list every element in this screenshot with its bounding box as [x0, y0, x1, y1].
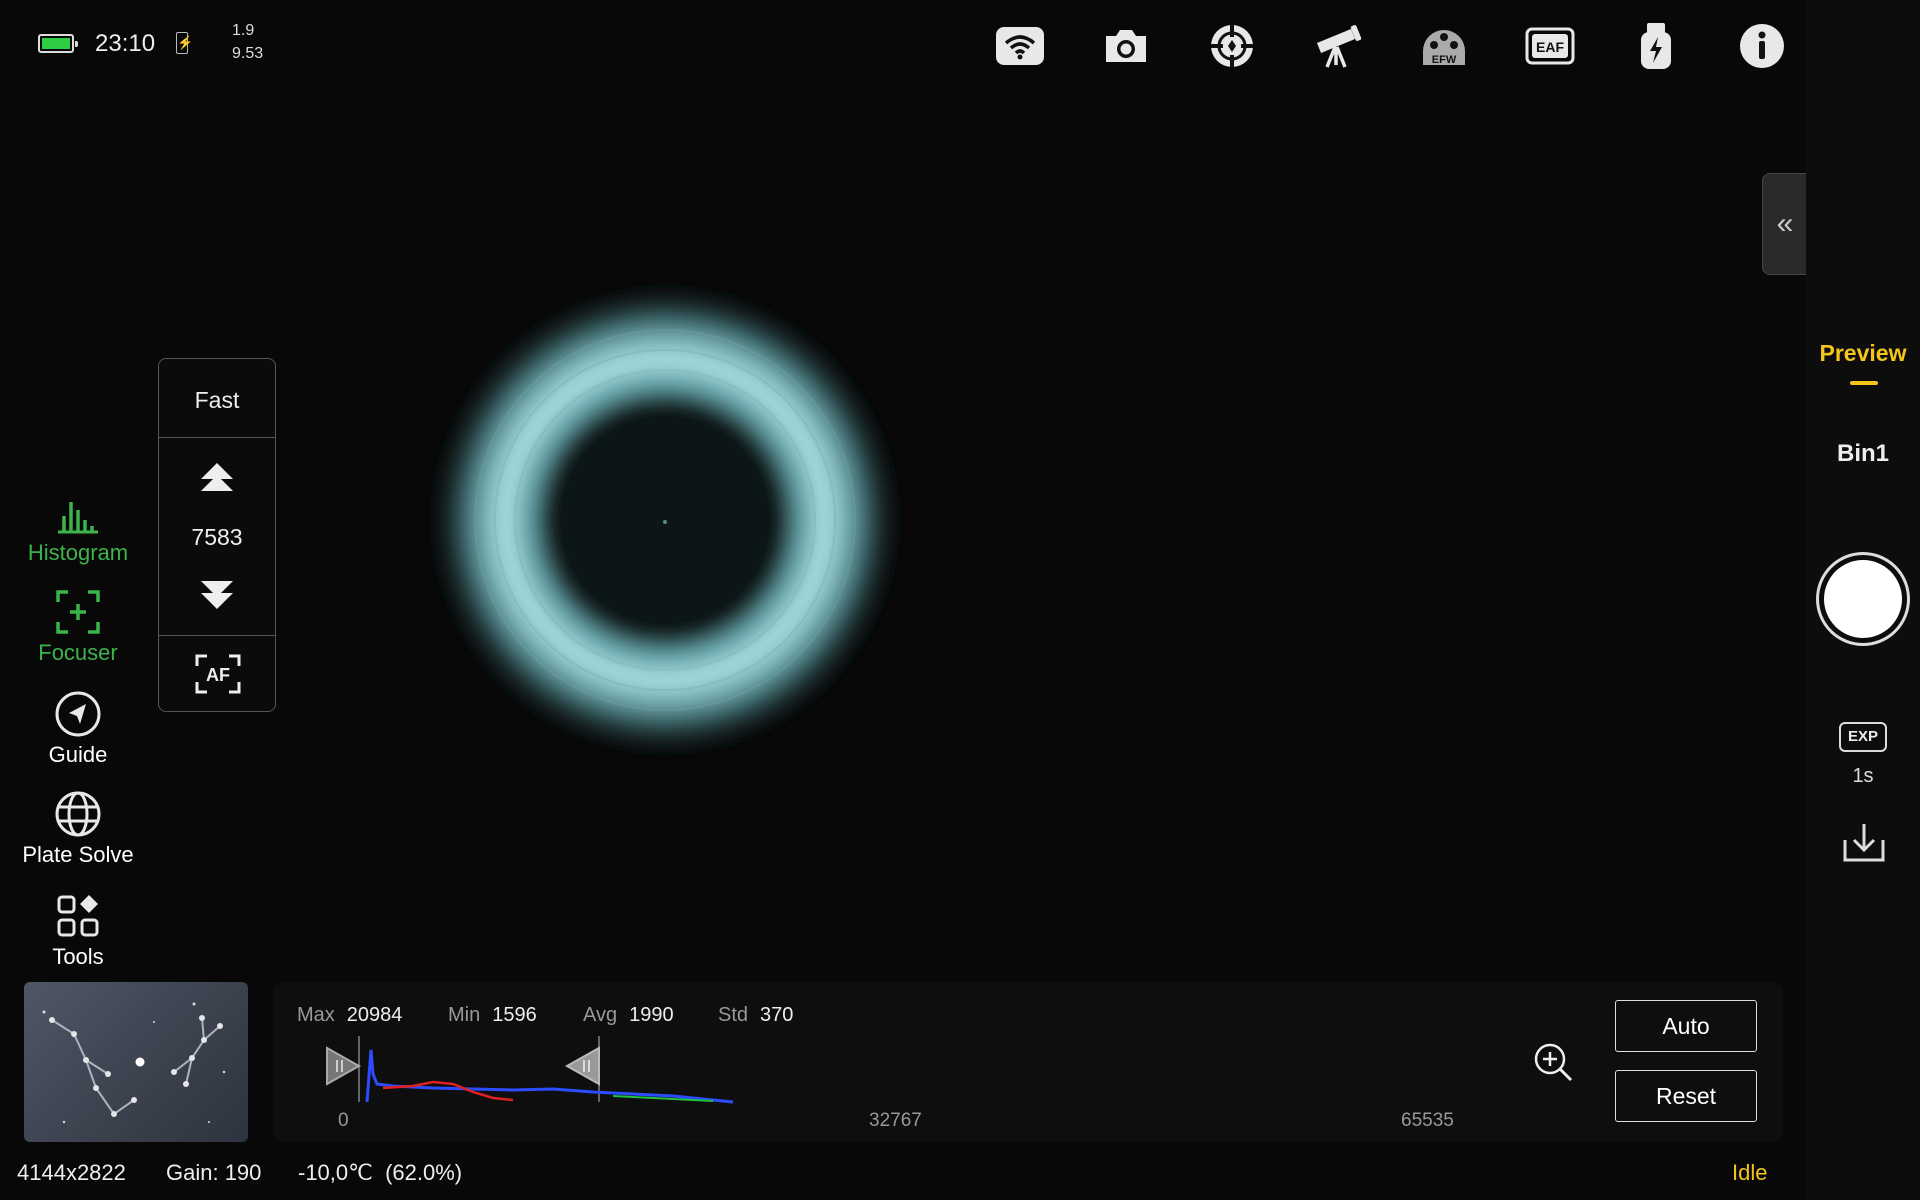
capture-status: Idle — [1732, 1160, 1768, 1185]
menu-plate-solve-label: Plate Solve — [22, 842, 134, 867]
focuser-speed-button[interactable]: Fast — [159, 387, 275, 414]
double-up-arrow-icon — [201, 463, 233, 491]
axis-label-min: 0 — [338, 1110, 349, 1131]
resolution-info: 4144x2822 — [17, 1160, 126, 1185]
eaf-icon[interactable]: EAF — [1522, 18, 1578, 74]
info-icon[interactable] — [1734, 18, 1790, 74]
menu-histogram[interactable]: Histogram — [0, 488, 156, 566]
efw-icon[interactable]: EFW — [1416, 18, 1472, 74]
chevron-double-left-icon: « — [1776, 207, 1794, 240]
svg-text:AF: AF — [206, 665, 230, 685]
autofocus-button[interactable]: AF — [195, 654, 241, 694]
stat-min: Min 1596 — [448, 1004, 537, 1026]
focuser-position: 7583 — [191, 524, 243, 550]
menu-tools[interactable]: Tools — [0, 892, 156, 970]
focus-in-button[interactable] — [159, 577, 275, 616]
camera-icon[interactable] — [1098, 18, 1154, 74]
zoom-in-icon[interactable] — [1533, 1042, 1573, 1082]
axis-label-max: 65535 — [1401, 1110, 1454, 1131]
gain-info: Gain: 190 — [166, 1160, 262, 1185]
constellation-map — [42, 1002, 226, 1124]
mode-preview-tab[interactable]: Preview — [1806, 340, 1920, 367]
stat-max: Max 20984 — [297, 1004, 403, 1026]
stat-std: Std 370 — [718, 1004, 794, 1026]
navigation-icon — [55, 691, 101, 737]
stat-avg: Avg 1990 — [583, 1004, 674, 1026]
reset-stretch-button[interactable]: Reset — [1615, 1070, 1757, 1122]
download-icon[interactable] — [1841, 820, 1887, 866]
focus-out-button[interactable] — [159, 461, 275, 500]
star-image — [425, 280, 905, 760]
exposure-icon[interactable]: EXP — [1839, 722, 1887, 752]
device-toolbar: EFW EAF — [0, 18, 1806, 74]
divider — [159, 635, 275, 636]
menu-histogram-label: Histogram — [27, 540, 129, 565]
blue-channel-curve — [365, 1049, 734, 1104]
focuser-panel: Fast 7583 AF — [158, 358, 276, 712]
temperature-info: -10,0℃ (62.0%) — [298, 1160, 463, 1185]
menu-focuser-label: Focuser — [38, 640, 118, 665]
guide-target-icon[interactable] — [1204, 18, 1260, 74]
capture-rail: Preview Bin1 EXP 1s — [1806, 0, 1920, 1200]
binning-button[interactable]: Bin1 — [1806, 440, 1920, 468]
globe-icon — [55, 791, 101, 837]
mode-indicator — [1850, 381, 1878, 385]
histogram-icon — [58, 502, 98, 534]
menu-guide-label: Guide — [48, 742, 108, 767]
exposure-value[interactable]: 1s — [1806, 765, 1920, 788]
svg-text:EAF: EAF — [1536, 39, 1564, 55]
divider — [159, 437, 275, 438]
black-point-slider[interactable] — [323, 1044, 363, 1088]
usb-power-icon[interactable] — [1628, 18, 1684, 74]
menu-plate-solve[interactable]: Plate Solve — [0, 790, 156, 868]
histogram-plot — [358, 1036, 734, 1104]
menu-guide[interactable]: Guide — [0, 690, 156, 768]
expand-panel-button[interactable]: « — [1762, 173, 1807, 275]
white-point-slider[interactable] — [563, 1044, 603, 1088]
auto-stretch-button[interactable]: Auto — [1615, 1000, 1757, 1052]
svg-text:EFW: EFW — [1432, 54, 1457, 66]
axis-label-mid: 32767 — [869, 1110, 922, 1131]
focuser-icon — [56, 590, 100, 634]
tools-grid-icon — [57, 895, 99, 937]
wifi-icon[interactable] — [992, 18, 1048, 74]
menu-focuser[interactable]: Focuser — [0, 588, 156, 666]
double-down-arrow-icon — [201, 581, 233, 609]
telescope-icon[interactable] — [1310, 18, 1366, 74]
menu-tools-label: Tools — [52, 944, 104, 969]
histogram-panel: Max 20984 Min 1596 Avg 1990 Std 370 0 32767 … — [273, 982, 1783, 1142]
shutter-button[interactable] — [1816, 552, 1910, 646]
star-map-thumbnail[interactable] — [24, 982, 248, 1142]
